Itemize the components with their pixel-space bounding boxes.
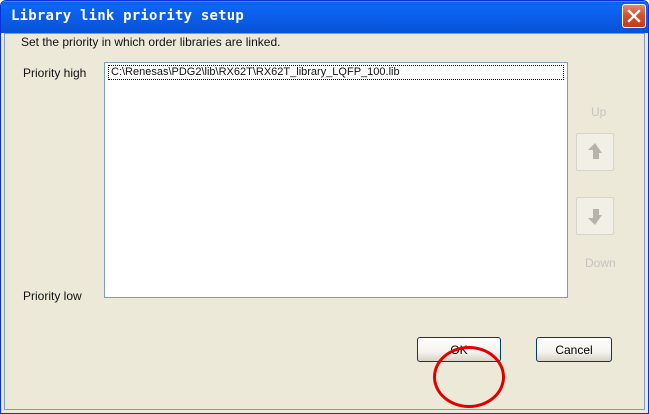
move-up-button[interactable] <box>576 133 614 171</box>
priority-low-label: Priority low <box>23 289 82 303</box>
title-bar: Library link priority setup <box>1 1 648 33</box>
library-priority-list[interactable]: C:\Renesas\PDG2\lib\RX62T\RX62T_library_… <box>104 62 568 298</box>
window-title: Library link priority setup <box>11 8 244 24</box>
ok-button[interactable]: OK <box>417 337 501 362</box>
move-down-button[interactable] <box>576 197 614 235</box>
instruction-text: Set the priority in which order librarie… <box>21 35 281 49</box>
up-label: Up <box>591 105 607 119</box>
up-arrow-icon <box>588 143 602 159</box>
cancel-button[interactable]: Cancel <box>536 337 612 362</box>
down-arrow-icon <box>588 209 602 225</box>
close-button[interactable] <box>622 4 646 28</box>
priority-high-label: Priority high <box>23 66 87 80</box>
list-item[interactable]: C:\Renesas\PDG2\lib\RX62T\RX62T_library_… <box>108 65 564 80</box>
library-link-priority-dialog: Library link priority setup Set the prio… <box>0 0 649 414</box>
down-label: Down <box>585 256 616 270</box>
close-icon <box>627 9 641 23</box>
